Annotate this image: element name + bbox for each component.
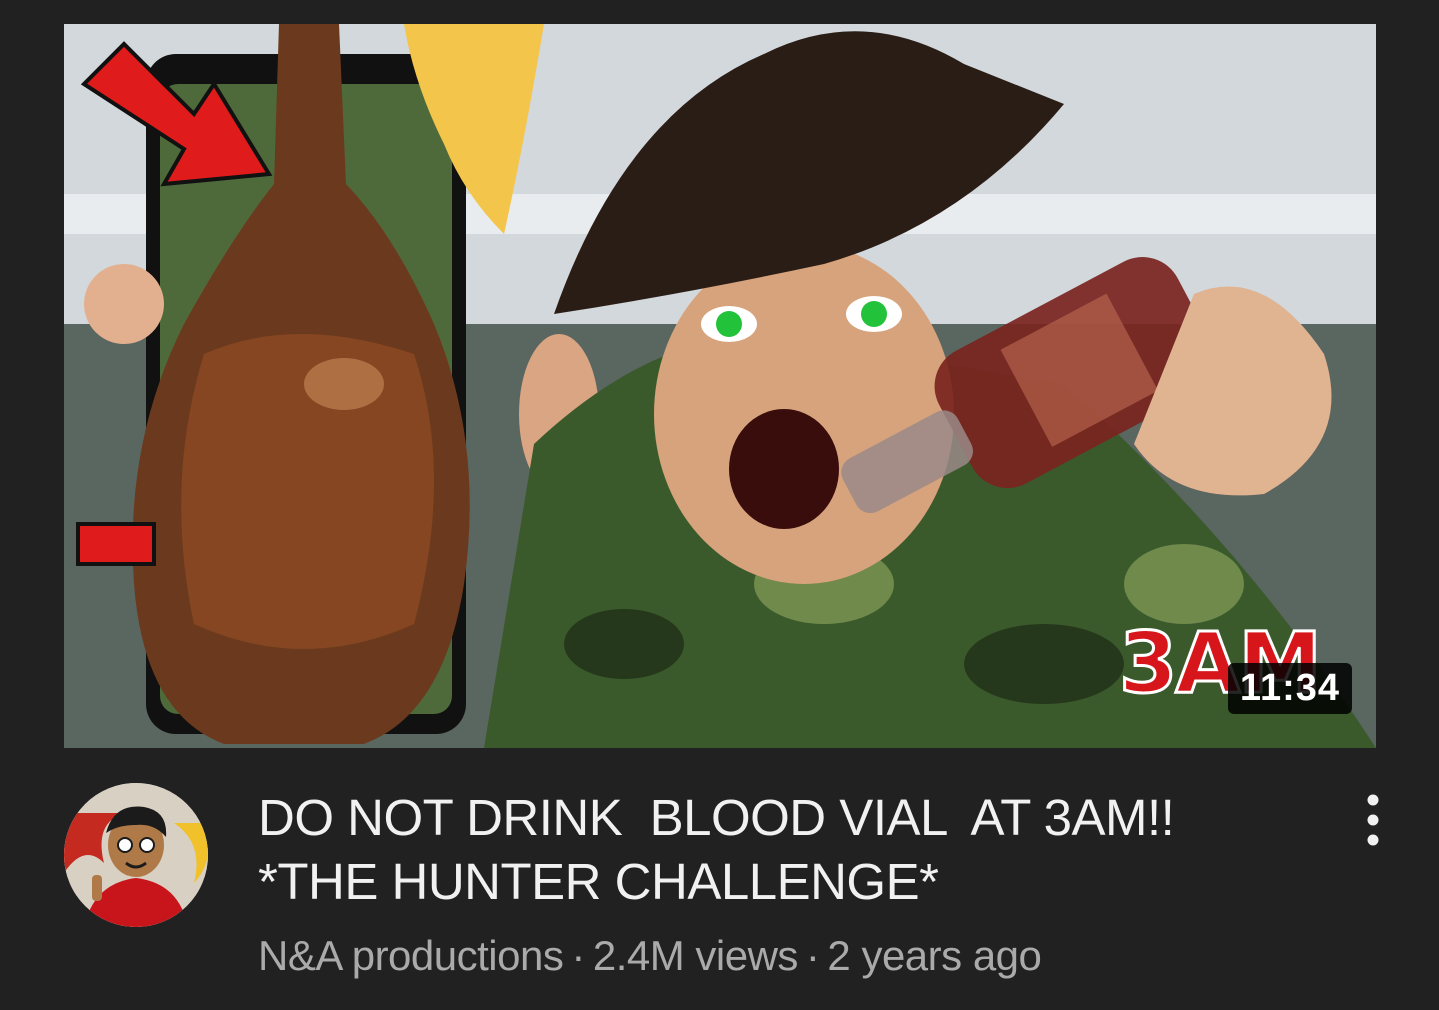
view-count: 2.4M views [592, 932, 799, 979]
upload-age: 2 years ago [827, 932, 1042, 979]
video-metadata: N&A productions · 2.4M views · 2 years ago [258, 928, 1042, 984]
meta-separator: · [571, 932, 585, 979]
meta-separator: · [805, 932, 820, 979]
vertical-ellipsis-icon [1367, 794, 1379, 846]
video-thumbnail[interactable]: 3AM 11:34 [64, 24, 1376, 748]
more-actions-button[interactable] [1350, 788, 1396, 852]
channel-name[interactable]: N&A productions [258, 932, 564, 979]
duration-badge: 11:34 [1227, 663, 1352, 714]
video-title[interactable]: DO NOT DRINK BLOOD VIAL AT 3AM!! *THE HU… [258, 786, 1298, 914]
video-title-line-1: DO NOT DRINK BLOOD VIAL AT 3AM!! [258, 789, 1175, 846]
avatar-illustration [64, 783, 208, 927]
video-card: 3AM 11:34 DO NOT DRINK BLOOD VIAL AT 3AM… [0, 0, 1439, 1010]
video-title-line-2: *THE HUNTER CHALLENGE* [258, 853, 939, 910]
channel-avatar[interactable] [64, 783, 208, 927]
